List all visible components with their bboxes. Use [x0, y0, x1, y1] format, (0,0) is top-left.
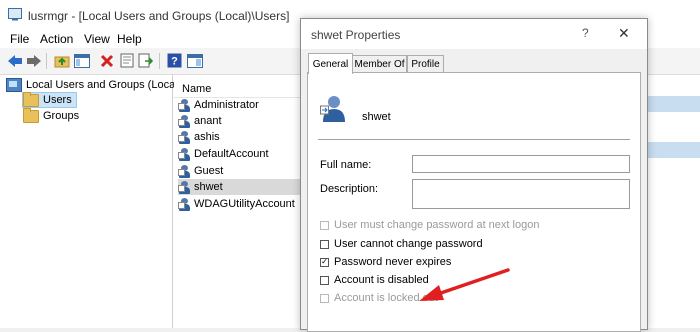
tab-profile[interactable]: Profile	[407, 55, 444, 73]
checkbox-label: User cannot change password	[334, 238, 483, 250]
dialog-title-bar: shwet Properties ? ✕	[301, 19, 647, 49]
user-avatar-icon	[320, 95, 346, 123]
list-item[interactable]: Administrator	[178, 97, 302, 113]
user-name: ashis	[194, 131, 220, 143]
column-name-label: Name	[182, 83, 212, 95]
folder-icon	[23, 91, 39, 107]
user-icon	[178, 98, 191, 112]
menu-file[interactable]: File	[10, 32, 29, 46]
full-name-label: Full name:	[320, 159, 372, 171]
tree-item-users[interactable]: Users	[22, 91, 77, 108]
window-title: lusrmgr - [Local Users and Groups (Local…	[28, 9, 290, 23]
export-list-icon[interactable]	[137, 52, 154, 69]
tree-root[interactable]: Local Users and Groups (Local)	[6, 77, 181, 93]
must-change-password-checkbox[interactable]: User must change password at next logon	[320, 219, 539, 231]
toolbar-separator	[159, 53, 160, 69]
folder-icon	[23, 107, 39, 123]
user-name: Guest	[194, 165, 224, 177]
svg-text:?: ?	[171, 56, 178, 68]
annotation-arrow-icon	[419, 268, 510, 301]
list-item-selected[interactable]: shwet	[178, 179, 302, 195]
user-name: shwet	[194, 181, 223, 193]
actions-header[interactable]	[646, 96, 700, 112]
user-name-heading: shwet	[362, 111, 391, 123]
full-name-field[interactable]	[412, 155, 630, 173]
action-pane-icon[interactable]	[186, 52, 203, 69]
list-item[interactable]: DefaultAccount	[178, 146, 302, 162]
user-name: WDAGUtilityAccount	[194, 198, 295, 210]
description-label: Description:	[320, 183, 379, 195]
tree-root-label: Local Users and Groups (Local)	[26, 79, 182, 91]
actions-header[interactable]	[646, 142, 700, 158]
computer-icon	[6, 78, 22, 92]
checkbox-box	[320, 220, 329, 230]
list-item[interactable]: anant	[178, 113, 302, 129]
menu-view[interactable]: View	[84, 32, 110, 46]
toolbar-separator	[46, 53, 47, 69]
tree-item-groups[interactable]: Groups	[23, 107, 80, 124]
list-item[interactable]: ashis	[178, 129, 302, 145]
tab-general[interactable]: General	[308, 53, 353, 74]
list-item[interactable]: Guest	[178, 163, 302, 179]
actions-pane	[646, 75, 700, 328]
console-tree: Local Users and Groups (Local) Users Gro…	[0, 75, 181, 328]
users-list: Name Administrator anant ashis DefaultAc…	[174, 75, 302, 328]
general-tab-panel: shwet Full name: Description: User must …	[307, 72, 641, 332]
user-icon	[178, 114, 191, 128]
dialog-title: shwet Properties	[311, 28, 401, 42]
user-icon	[178, 197, 191, 211]
tab-label: General	[312, 58, 349, 70]
user-icon	[178, 130, 191, 144]
show-hide-console-tree-icon[interactable]	[73, 52, 90, 69]
tab-label: Profile	[411, 59, 440, 70]
checkbox-box	[320, 293, 329, 303]
tree-item-label: Users	[43, 94, 72, 106]
app-icon	[8, 8, 22, 21]
forward-icon[interactable]	[25, 52, 42, 69]
help-button[interactable]: ?	[582, 26, 589, 40]
delete-icon[interactable]	[98, 52, 115, 69]
description-field[interactable]	[412, 179, 630, 209]
menu-action[interactable]: Action	[40, 32, 73, 46]
checkbox-box	[320, 275, 329, 285]
column-header[interactable]: Name	[174, 79, 302, 98]
tab-member-of[interactable]: Member Of	[352, 55, 407, 73]
user-name: DefaultAccount	[194, 148, 269, 160]
properties-icon[interactable]	[118, 52, 135, 69]
user-icon	[178, 180, 191, 194]
properties-dialog: shwet Properties ? ✕ General Member Of P…	[300, 18, 648, 332]
menu-help[interactable]: Help	[117, 32, 142, 46]
user-icon	[178, 147, 191, 161]
user-name: anant	[194, 115, 222, 127]
help-icon[interactable]: ?	[166, 52, 183, 69]
checkbox-box	[320, 239, 329, 249]
list-item[interactable]: WDAGUtilityAccount	[178, 196, 302, 212]
up-folder-icon[interactable]	[53, 52, 70, 69]
tab-label: Member Of	[354, 59, 405, 70]
separator	[318, 139, 630, 140]
back-icon[interactable]	[6, 52, 23, 69]
user-icon	[178, 164, 191, 178]
checkmark-icon: ✓	[320, 257, 329, 267]
checkbox-label: User must change password at next logon	[334, 219, 540, 231]
close-button[interactable]: ✕	[618, 25, 630, 42]
user-name: Administrator	[194, 99, 259, 111]
cannot-change-password-checkbox[interactable]: User cannot change password	[320, 238, 483, 250]
tree-item-label: Groups	[43, 110, 80, 122]
